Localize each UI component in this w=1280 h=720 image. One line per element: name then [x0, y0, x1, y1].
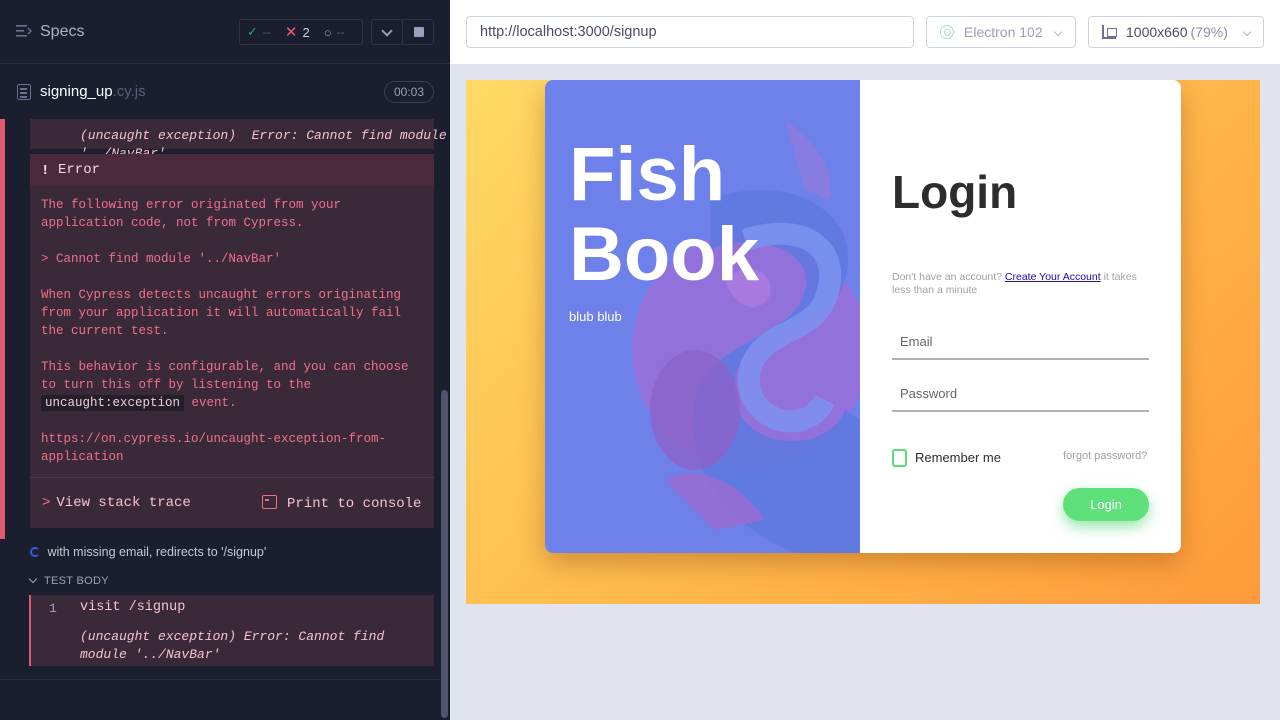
failed-count: 2: [302, 24, 310, 40]
chevron-down-button[interactable]: [371, 19, 403, 45]
browser-selector[interactable]: Electron 102: [926, 16, 1076, 48]
error-panel: ! Error The following error originated f…: [30, 154, 434, 528]
chevron-down-icon: [28, 574, 38, 584]
docs-link[interactable]: https://on.cypress.io/uncaught-exception…: [41, 430, 429, 466]
duration-badge: 00:03: [384, 81, 434, 103]
pending-icon: ○: [323, 24, 332, 40]
specs-label[interactable]: Specs: [40, 23, 84, 41]
command-number: 1: [49, 601, 57, 616]
menu-icon[interactable]: [16, 24, 32, 38]
test-body-header[interactable]: TEST BODY: [28, 574, 109, 587]
password-field[interactable]: Password: [892, 382, 1149, 412]
scrollbar[interactable]: [441, 390, 448, 718]
running-spinner-icon: [30, 547, 40, 557]
print-to-console-button[interactable]: Print to console: [262, 495, 421, 512]
pending-count: --: [336, 25, 345, 39]
view-stack-trace-button[interactable]: > View stack trace: [42, 495, 191, 511]
pending-stat: ○ --: [317, 25, 352, 40]
chevron-down-icon: [1053, 27, 1063, 37]
email-field[interactable]: Email: [892, 330, 1149, 360]
remember-me[interactable]: Remember me: [892, 449, 1001, 467]
aut-header: http://localhost:3000/signup Electron 10…: [450, 0, 1280, 64]
code-chip: uncaught:exception: [41, 395, 185, 411]
app-iframe: Fish Book blub blub Login Don't have an …: [466, 80, 1260, 604]
test-stats: ✓ -- ✕ 2 ○ --: [239, 19, 363, 45]
divider: [0, 679, 441, 680]
error-title: Error: [58, 162, 101, 178]
ruler-icon: [1102, 25, 1117, 39]
error-paragraph: > Cannot find module '../NavBar': [41, 252, 282, 266]
failed-stat: ✕ 2: [278, 23, 317, 41]
previous-error-snippet: (uncaught exception) Error: Cannot find …: [30, 119, 447, 161]
error-paragraph: This behavior is configurable, and you c…: [41, 360, 409, 411]
remember-checkbox[interactable]: [892, 449, 907, 467]
check-icon: ✓: [247, 24, 258, 39]
login-title: Login: [892, 166, 1018, 218]
login-form: Login Don't have an account? Create Your…: [860, 80, 1181, 553]
login-card: Fish Book blub blub Login Don't have an …: [545, 80, 1181, 553]
terminal-icon: [262, 495, 277, 509]
command-exception: (uncaught exception) Error: Cannot find …: [80, 629, 385, 662]
login-button[interactable]: Login: [1063, 488, 1149, 521]
app-brand: Fish Book: [569, 132, 759, 297]
error-message: The following error originated from your…: [41, 196, 429, 484]
error-icon: !: [41, 163, 50, 179]
x-icon: ✕: [284, 24, 298, 41]
reporter-panel: Specs ✓ -- ✕ 2 ○ -- signing_up.cy.js 00:…: [0, 0, 450, 720]
failed-test-indicator: [0, 119, 5, 539]
error-paragraph: The following error originated from your…: [41, 198, 342, 230]
error-paragraph: When Cypress detects uncaught errors ori…: [41, 288, 402, 338]
command-text: visit /signup: [80, 600, 186, 615]
stop-button[interactable]: [402, 19, 434, 45]
file-icon: [17, 84, 31, 100]
brand-panel: Fish Book blub blub: [545, 80, 860, 553]
spec-file-name[interactable]: signing_up.cy.js: [40, 83, 146, 100]
passed-stat: ✓ --: [240, 24, 278, 40]
account-prompt: Don't have an account? Create Your Accou…: [892, 271, 1137, 296]
aut-panel: http://localhost:3000/signup Electron 10…: [450, 0, 1280, 720]
url-bar[interactable]: http://localhost:3000/signup: [466, 16, 914, 48]
reporter-header: Specs ✓ -- ✕ 2 ○ --: [0, 0, 450, 64]
command-row[interactable]: 1 visit /signup (uncaught exception) Err…: [29, 595, 434, 666]
error-actions: > View stack trace Print to console: [30, 477, 434, 528]
chevron-right-icon: >: [42, 495, 51, 511]
error-header: ! Error: [30, 154, 434, 186]
viewport-info[interactable]: 1000x660 (79%): [1088, 16, 1264, 48]
chevron-down-icon: [1242, 27, 1252, 37]
app-tagline: blub blub: [569, 309, 622, 324]
test-title[interactable]: with missing email, redirects to '/signu…: [30, 545, 266, 559]
passed-count: --: [262, 25, 271, 39]
electron-icon: [940, 25, 954, 39]
forgot-password-link[interactable]: forgot password?: [1063, 450, 1147, 462]
spec-header: signing_up.cy.js 00:03: [0, 65, 450, 119]
create-account-link[interactable]: Create Your Account: [1005, 271, 1101, 283]
